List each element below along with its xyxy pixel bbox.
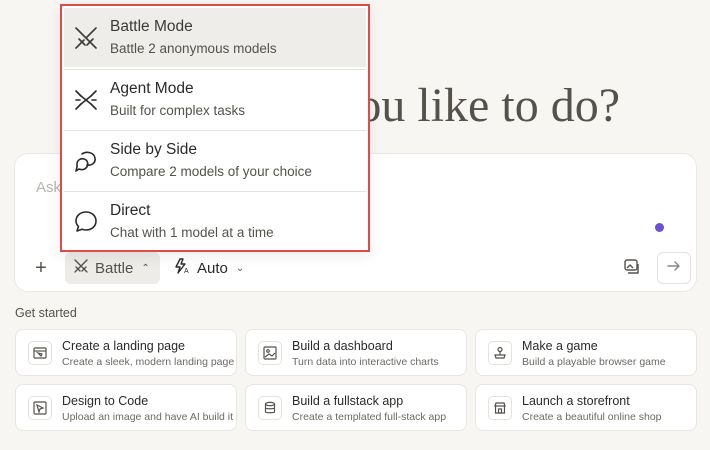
card-title: Create a landing page [62,339,186,353]
mode-option-desc: Built for complex tasks [110,103,246,118]
store-icon [488,396,512,420]
send-button[interactable] [657,252,691,284]
mode-option-label: Direct [110,202,151,219]
card-build-fullstack-app[interactable]: Build a fullstack app Create a templated… [245,384,467,431]
chat-input[interactable]: Ask [36,179,61,196]
get-started-heading: Get started [15,306,77,320]
card-subtitle: Create a templated full-stack app [292,411,447,423]
crossed-swords-icon [73,25,99,51]
model-selector-button[interactable]: A Auto ⌄ [167,252,250,284]
arrow-right-icon [666,258,682,279]
mode-dropdown: Battle Mode Battle 2 anonymous models Ag… [60,4,370,252]
card-title: Build a fullstack app [292,394,404,408]
mode-option-label: Battle Mode [110,18,193,35]
card-title: Build a dashboard [292,339,393,353]
card-make-game[interactable]: Make a game Build a playable browser gam… [475,329,697,376]
card-design-to-code[interactable]: Design to Code Upload an image and have … [15,384,237,431]
auto-model-icon: A [173,257,191,279]
status-dot [655,223,664,232]
mode-option-direct[interactable]: Direct Chat with 1 model at a time [64,191,366,250]
attach-button[interactable] [619,255,645,281]
add-button[interactable]: + [31,256,51,280]
attach-image-icon [623,257,641,280]
card-subtitle: Create a sleek, modern landing page [62,356,235,368]
card-build-dashboard[interactable]: Build a dashboard Turn data into interac… [245,329,467,376]
card-create-landing-page[interactable]: Create a landing page Create a sleek, mo… [15,329,237,376]
chat-bubble-icon [73,209,99,235]
database-icon [258,396,282,420]
card-title: Launch a storefront [522,394,630,408]
image-chart-icon [258,341,282,365]
mode-option-label: Agent Mode [110,80,194,97]
mode-option-battle[interactable]: Battle Mode Battle 2 anonymous models [64,8,366,67]
card-title: Make a game [522,339,598,353]
joystick-icon [488,341,512,365]
mode-selector-button[interactable]: Battle ⌃ [65,252,160,284]
card-subtitle: Turn data into interactive charts [292,356,439,368]
mode-option-desc: Compare 2 models of your choice [110,164,312,179]
chat-bubbles-icon [73,148,99,174]
svg-text:A: A [184,268,189,275]
mode-option-desc: Chat with 1 model at a time [110,225,274,240]
card-subtitle: Create a beautiful online shop [522,411,662,423]
mode-option-agent[interactable]: Agent Mode Built for complex tasks [64,69,366,128]
agent-icon [73,87,99,113]
mode-option-desc: Battle 2 anonymous models [110,41,277,56]
model-selector-label: Auto [197,259,228,277]
cursor-frame-icon [28,396,52,420]
browser-window-icon [28,341,52,365]
card-title: Design to Code [62,394,149,408]
card-launch-storefront[interactable]: Launch a storefront Create a beautiful o… [475,384,697,431]
mode-option-side-by-side[interactable]: Side by Side Compare 2 models of your ch… [64,130,366,189]
card-subtitle: Upload an image and have AI build it [62,411,234,423]
mode-selector-label: Battle [95,259,134,277]
crossed-swords-icon [73,258,89,278]
card-subtitle: Build a playable browser game [522,356,666,368]
mode-option-label: Side by Side [110,141,198,158]
chevron-up-icon: ⌃ [141,262,150,274]
chevron-down-icon: ⌄ [235,262,245,274]
